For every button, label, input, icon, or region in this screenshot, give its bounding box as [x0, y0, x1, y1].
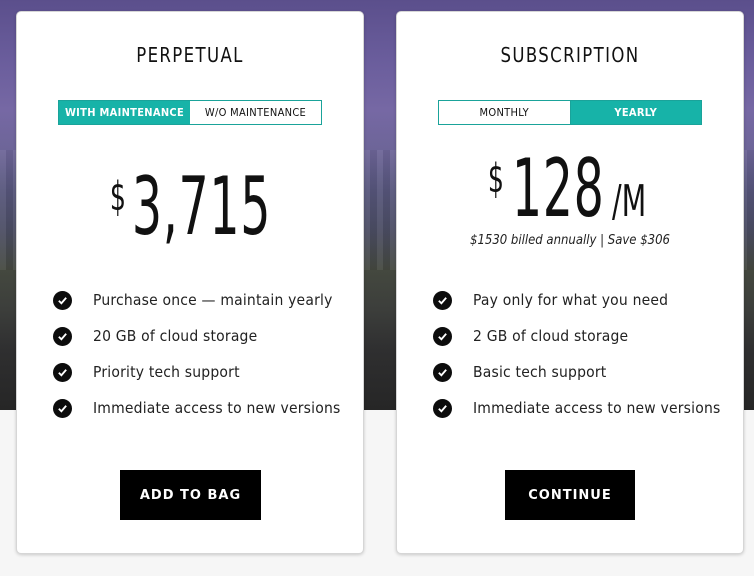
feature-item: Pay only for what you need: [433, 282, 720, 318]
feature-text: Priority tech support: [93, 363, 240, 381]
feature-list: Pay only for what you need 2 GB of cloud…: [433, 282, 720, 426]
billing-note: $1530 billed annually | Save $306: [470, 233, 670, 248]
check-icon: [433, 362, 452, 382]
check-icon: [53, 398, 72, 418]
pricing-card-perpetual: PERPETUAL WITH MAINTENANCE W/O MAINTENAN…: [16, 11, 364, 554]
check-icon: [433, 326, 452, 346]
currency-symbol: $: [109, 174, 126, 220]
feature-text: 20 GB of cloud storage: [93, 327, 258, 345]
feature-list: Purchase once — maintain yearly 20 GB of…: [53, 282, 340, 426]
feature-text: Basic tech support: [473, 363, 607, 381]
check-icon: [53, 290, 72, 310]
feature-text: Immediate access to new versions: [473, 399, 721, 417]
price: $128/M: [397, 149, 743, 229]
billing-period-toggle: MONTHLY YEARLY: [438, 100, 702, 125]
monthly-option[interactable]: MONTHLY: [439, 101, 571, 124]
currency-symbol: $: [487, 156, 504, 202]
price-amount: 128: [511, 142, 605, 235]
continue-button[interactable]: CONTINUE: [505, 470, 635, 520]
feature-item: Purchase once — maintain yearly: [53, 282, 340, 318]
plan-title: PERPETUAL: [136, 43, 244, 67]
check-icon: [53, 362, 72, 382]
feature-item: Immediate access to new versions: [53, 390, 340, 426]
feature-text: Pay only for what you need: [473, 291, 669, 309]
feature-item: Priority tech support: [53, 354, 340, 390]
feature-text: Purchase once — maintain yearly: [93, 291, 333, 309]
price: $3,715: [17, 167, 363, 247]
pricing-card-subscription: SUBSCRIPTION MONTHLY YEARLY $128/M $1530…: [396, 11, 744, 554]
add-to-bag-button[interactable]: ADD TO BAG: [120, 470, 261, 520]
check-icon: [433, 290, 452, 310]
yearly-option[interactable]: YEARLY: [570, 101, 701, 124]
feature-text: Immediate access to new versions: [93, 399, 341, 417]
feature-item: Immediate access to new versions: [433, 390, 720, 426]
check-icon: [53, 326, 72, 346]
feature-item: 2 GB of cloud storage: [433, 318, 720, 354]
with-maintenance-option[interactable]: WITH MAINTENANCE: [59, 101, 190, 124]
feature-text: 2 GB of cloud storage: [473, 327, 629, 345]
price-amount: 3,715: [131, 160, 272, 253]
without-maintenance-option[interactable]: W/O MAINTENANCE: [190, 101, 321, 124]
feature-item: 20 GB of cloud storage: [53, 318, 340, 354]
maintenance-toggle: WITH MAINTENANCE W/O MAINTENANCE: [58, 100, 322, 125]
check-icon: [433, 398, 452, 418]
plan-title: SUBSCRIPTION: [500, 43, 640, 67]
price-period: /M: [611, 176, 647, 227]
feature-item: Basic tech support: [433, 354, 720, 390]
